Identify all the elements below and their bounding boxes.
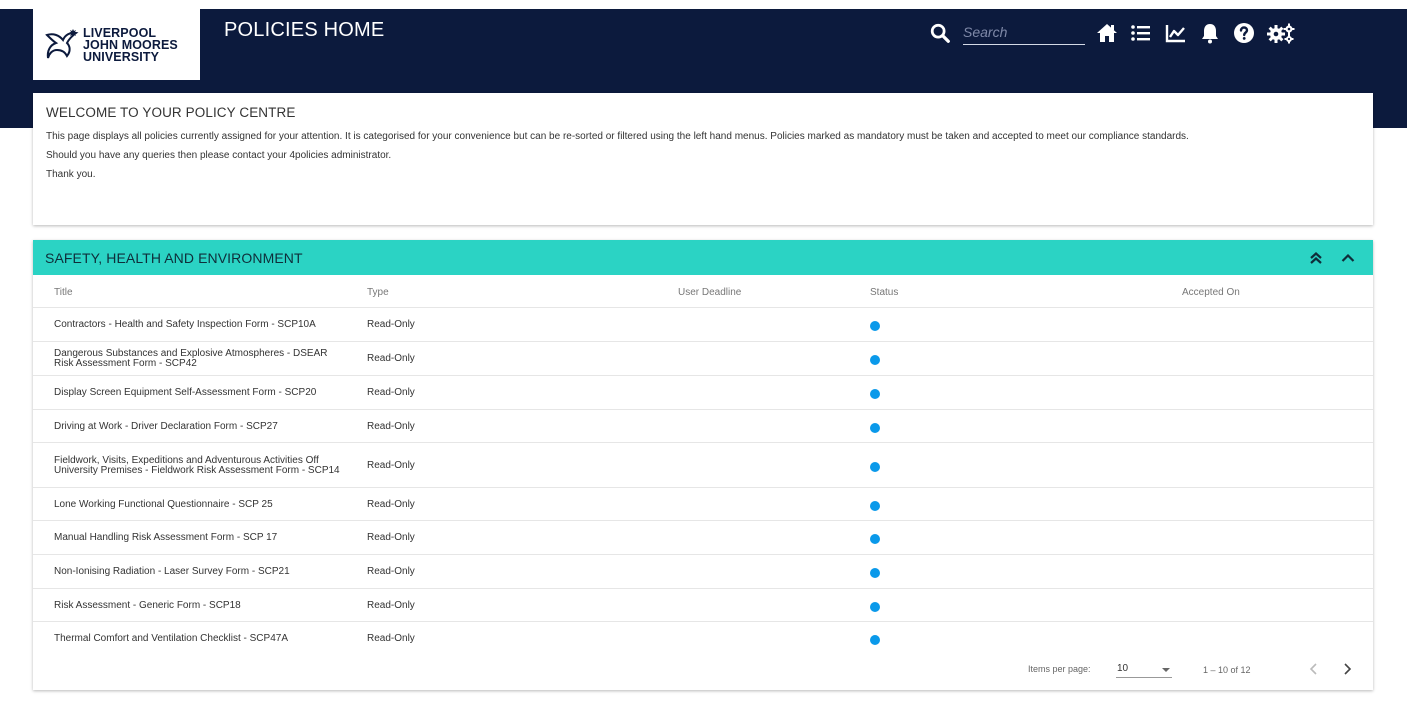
column-status[interactable]: Status xyxy=(870,287,898,298)
status-dot-icon xyxy=(870,601,880,612)
list-icon[interactable] xyxy=(1129,21,1153,45)
policy-title[interactable]: Driving at Work - Driver Declaration For… xyxy=(54,421,346,432)
bell-icon[interactable] xyxy=(1198,21,1222,45)
section-header[interactable]: SAFETY, HEALTH AND ENVIRONMENT xyxy=(33,240,1373,275)
table-row[interactable]: Manual Handling Risk Assessment Form - S… xyxy=(33,521,1373,555)
policy-type: Read-Only xyxy=(367,459,415,471)
policy-title[interactable]: Lone Working Functional Questionnaire - … xyxy=(54,499,346,510)
table-row[interactable]: Lone Working Functional Questionnaire - … xyxy=(33,488,1373,521)
help-icon[interactable] xyxy=(1232,21,1256,45)
policy-type: Read-Only xyxy=(367,498,415,510)
dropdown-caret-icon xyxy=(1162,668,1170,672)
status-dot-icon xyxy=(870,500,880,511)
policy-title[interactable]: Contractors - Health and Safety Inspecti… xyxy=(54,320,346,330)
welcome-paragraph: This page displays all policies currentl… xyxy=(46,131,1189,142)
search-icon[interactable] xyxy=(929,22,951,44)
table-row[interactable]: Risk Assessment - Generic Form - SCP18 Re… xyxy=(33,589,1373,622)
policy-type: Read-Only xyxy=(367,387,415,398)
policy-type: Read-Only xyxy=(367,633,415,644)
policy-table-body: Contractors - Health and Safety Inspecti… xyxy=(33,308,1373,656)
column-type[interactable]: Type xyxy=(367,287,389,298)
page-title: POLICIES HOME xyxy=(224,19,385,41)
status-dot-icon xyxy=(870,534,880,544)
logo-line-1: LIVERPOOL xyxy=(83,25,157,40)
university-logo[interactable]: LIVERPOOL JOHN MOORES UNIVERSITY xyxy=(33,9,200,80)
policy-title[interactable]: Fieldwork, Visits, Expeditions and Adven… xyxy=(54,455,346,476)
search-input[interactable] xyxy=(963,21,1085,45)
search-bar xyxy=(929,19,1085,47)
status-dot-icon xyxy=(870,422,880,433)
status-dot-icon xyxy=(870,461,880,472)
policy-type: Read-Only xyxy=(367,420,415,432)
status-dot-icon xyxy=(870,635,880,645)
table-row[interactable]: Display Screen Equipment Self-Assessment… xyxy=(33,376,1373,410)
welcome-heading: WELCOME TO YOUR POLICY CENTRE xyxy=(46,105,296,120)
previous-page-icon[interactable] xyxy=(1305,660,1323,678)
policy-title[interactable]: Display Screen Equipment Self-Assessment… xyxy=(54,388,346,398)
policy-title[interactable]: Thermal Comfort and Ventilation Checklis… xyxy=(54,634,346,644)
status-dot-icon xyxy=(870,389,880,399)
contact-paragraph: Should you have any queries then please … xyxy=(46,150,392,161)
section-title: SAFETY, HEALTH AND ENVIRONMENT xyxy=(45,249,303,266)
table-row[interactable]: Non-Ionising Radiation - Laser Survey Fo… xyxy=(33,555,1373,589)
settings-icon[interactable] xyxy=(1266,21,1296,45)
logo-line-3: UNIVERSITY xyxy=(83,49,160,64)
logo-wordmark: LIVERPOOL JOHN MOORES UNIVERSITY xyxy=(83,25,178,64)
welcome-card: WELCOME TO YOUR POLICY CENTRE This page … xyxy=(33,93,1373,225)
policy-type: Read-Only xyxy=(367,319,415,330)
status-dot-icon xyxy=(870,321,880,331)
policy-type: Read-Only xyxy=(367,353,415,364)
logo-line-2: JOHN MOORES xyxy=(83,37,178,52)
column-user-deadline[interactable]: User Deadline xyxy=(678,287,741,298)
table-row[interactable]: Dangerous Substances and Explosive Atmos… xyxy=(33,342,1373,376)
column-title[interactable]: Title xyxy=(54,287,73,298)
home-icon[interactable] xyxy=(1095,21,1119,45)
chart-icon[interactable] xyxy=(1164,21,1188,45)
status-dot-icon xyxy=(870,568,880,578)
policy-section-card: SAFETY, HEALTH AND ENVIRONMENT Title Typ… xyxy=(33,240,1373,690)
items-per-page-label: Items per page: xyxy=(1028,664,1091,674)
table-row[interactable]: Contractors - Health and Safety Inspecti… xyxy=(33,308,1373,342)
collapse-all-icon[interactable] xyxy=(1308,250,1324,266)
table-row[interactable]: Fieldwork, Visits, Expeditions and Adven… xyxy=(33,443,1373,488)
liver-bird-logo-icon xyxy=(45,28,79,58)
policy-type: Read-Only xyxy=(367,532,415,543)
status-dot-icon xyxy=(870,355,880,365)
policy-title[interactable]: Risk Assessment - Generic Form - SCP18 xyxy=(54,600,346,611)
table-row[interactable]: Thermal Comfort and Ventilation Checklis… xyxy=(33,622,1373,656)
policy-type: Read-Only xyxy=(367,566,415,577)
policy-title[interactable]: Dangerous Substances and Explosive Atmos… xyxy=(54,349,346,369)
table-row[interactable]: Driving at Work - Driver Declaration For… xyxy=(33,410,1373,443)
column-accepted-on[interactable]: Accepted On xyxy=(1182,287,1240,298)
chevron-up-icon[interactable] xyxy=(1340,250,1356,266)
page-range: 1 – 10 of 12 xyxy=(1203,665,1251,675)
items-per-page-value: 10 xyxy=(1117,663,1129,674)
table-header: Title Type User Deadline Status Accepted… xyxy=(33,275,1373,308)
policy-title[interactable]: Non-Ionising Radiation - Laser Survey Fo… xyxy=(54,567,346,577)
policy-title[interactable]: Manual Handling Risk Assessment Form - S… xyxy=(54,533,346,543)
policy-type: Read-Only xyxy=(367,599,415,611)
items-per-page-select[interactable]: 10 xyxy=(1116,660,1172,678)
next-page-icon[interactable] xyxy=(1338,660,1356,678)
paginator: Items per page: 10 1 – 10 of 12 xyxy=(33,658,1373,684)
thanks-paragraph: Thank you. xyxy=(46,169,96,180)
